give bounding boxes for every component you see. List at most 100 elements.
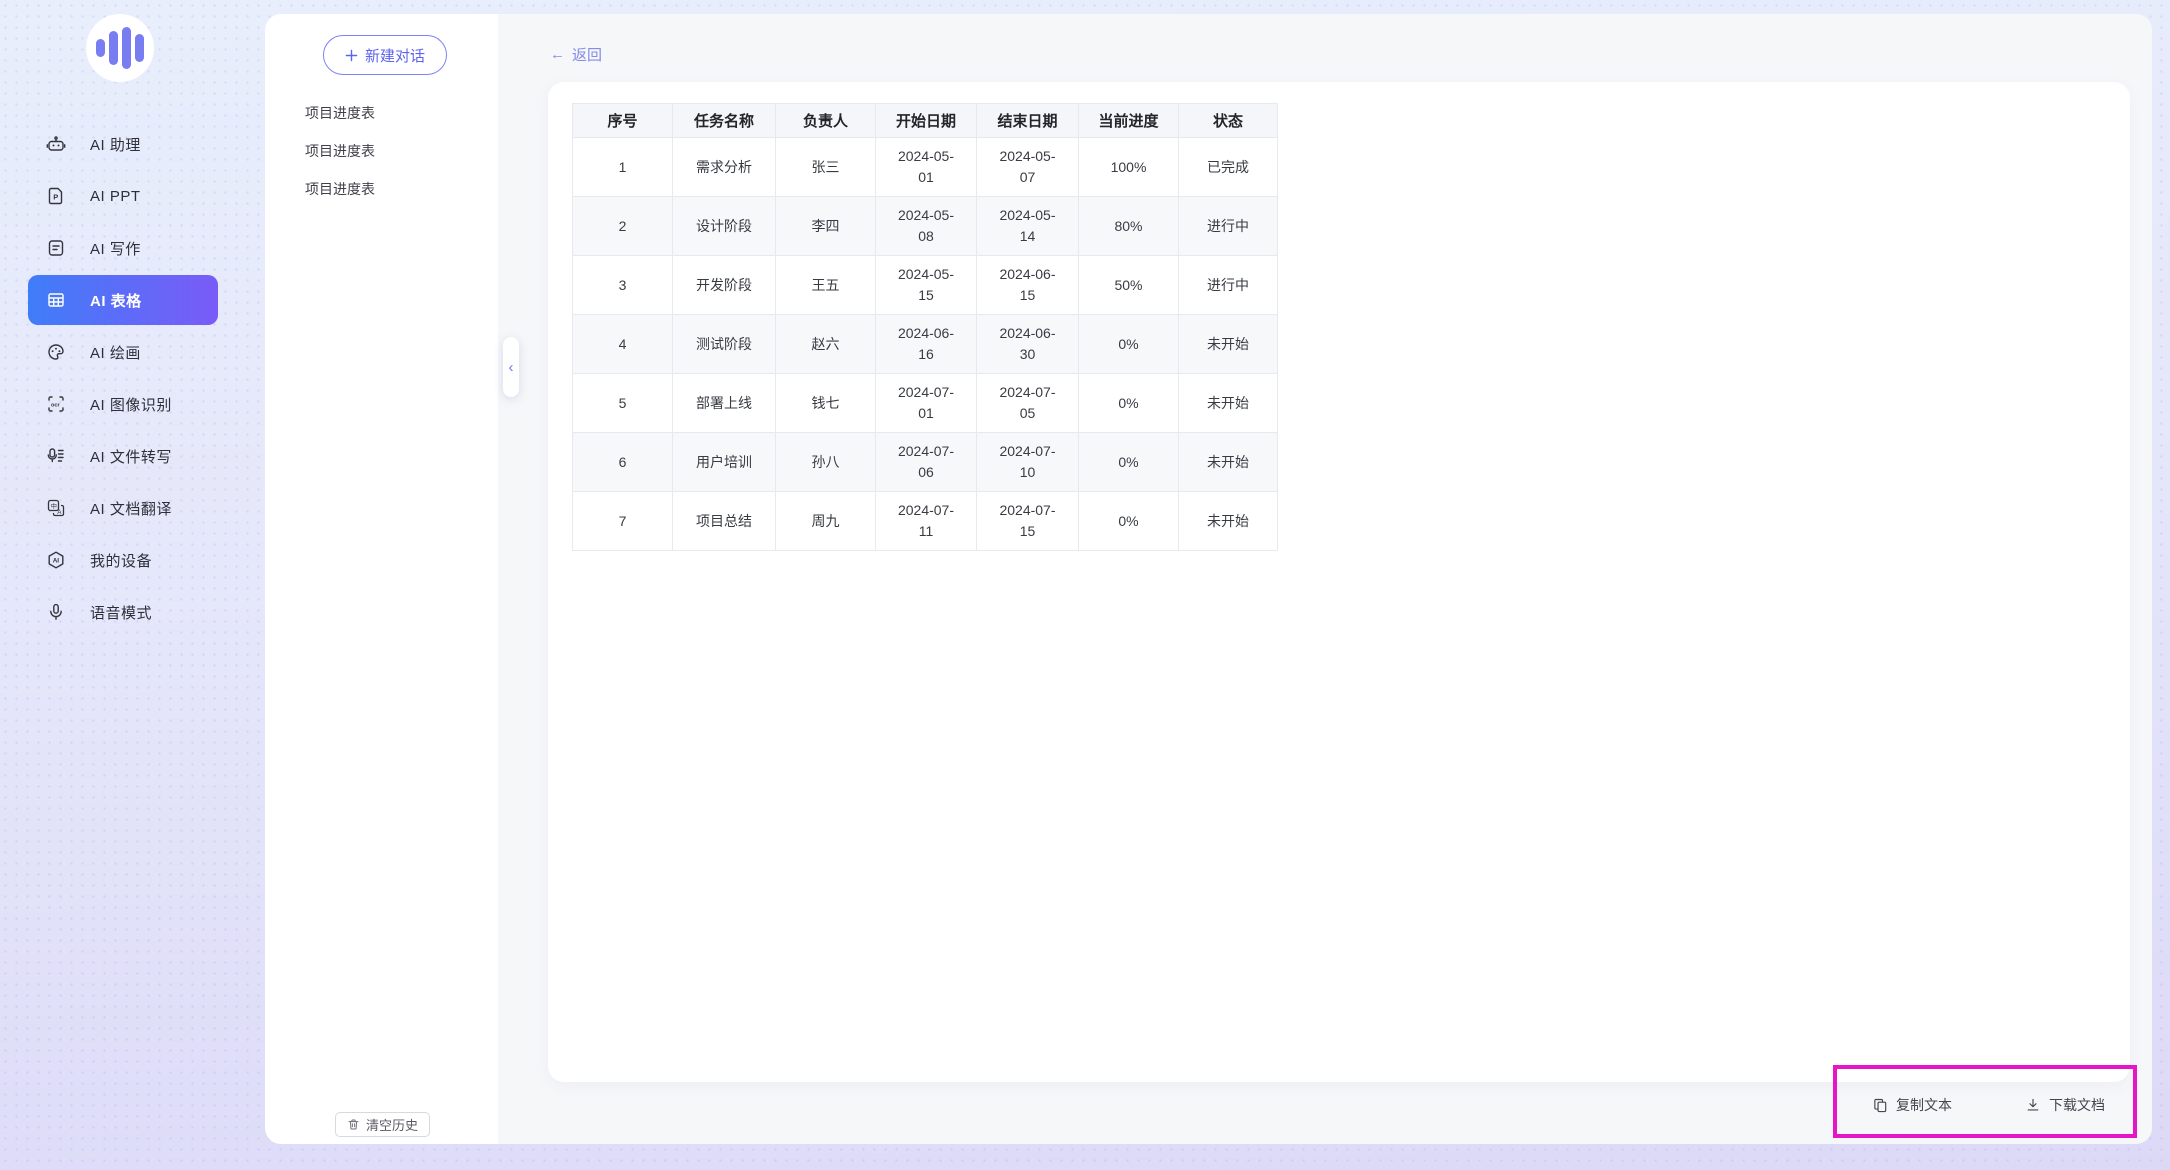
cell-progress: 50% xyxy=(1079,256,1179,315)
cell-status: 未开始 xyxy=(1179,374,1278,433)
copy-text-button[interactable]: 复制文本 xyxy=(1872,1092,1952,1118)
copy-text-label: 复制文本 xyxy=(1896,1095,1952,1115)
bottom-actions: 复制文本 下载文档 xyxy=(1872,1092,2105,1118)
main-content: ← 返回 序号 任务名称 负责人 开始日期 结束日期 当前进度 状态 1 需求分… xyxy=(498,14,2152,1144)
sidebar-item-label: AI 文档翻译 xyxy=(90,498,172,519)
new-conversation-label: 新建对话 xyxy=(365,45,425,66)
ocr-icon: ocr xyxy=(46,394,66,414)
cell-seq: 6 xyxy=(573,433,673,492)
sidebar-item-ai-file-transcription[interactable]: AI 文件转写 xyxy=(28,431,218,481)
cell-seq: 4 xyxy=(573,315,673,374)
cell-end-date: 2024-07-15 xyxy=(977,492,1079,551)
table-row: 1 需求分析 张三 2024-05-01 2024-05-07 100% 已完成 xyxy=(573,138,1278,197)
cell-end-date: 2024-06-15 xyxy=(977,256,1079,315)
sidebar-item-ai-assistant[interactable]: AI 助理 xyxy=(28,119,218,169)
cell-owner: 赵六 xyxy=(776,315,876,374)
back-label: 返回 xyxy=(572,44,602,65)
ppt-file-icon: P xyxy=(46,186,66,206)
download-document-label: 下载文档 xyxy=(2049,1095,2105,1115)
sidebar-item-label: AI 助理 xyxy=(90,134,141,155)
robot-icon xyxy=(46,134,66,154)
cell-seq: 7 xyxy=(573,492,673,551)
cell-start-date: 2024-05-08 xyxy=(876,197,977,256)
sidebar: AI 助理 P AI PPT AI 写作 xyxy=(0,0,265,1170)
sidebar-item-label: 我的设备 xyxy=(90,550,152,571)
table-row: 4 测试阶段 赵六 2024-06-16 2024-06-30 0% 未开始 xyxy=(573,315,1278,374)
cell-end-date: 2024-06-30 xyxy=(977,315,1079,374)
cell-end-date: 2024-05-07 xyxy=(977,138,1079,197)
sidebar-item-ai-ppt[interactable]: P AI PPT xyxy=(28,171,218,221)
column-header: 开始日期 xyxy=(876,104,977,138)
history-item[interactable]: 项目进度表 xyxy=(265,170,498,208)
cell-end-date: 2024-07-10 xyxy=(977,433,1079,492)
cell-task: 开发阶段 xyxy=(673,256,776,315)
cell-progress: 0% xyxy=(1079,374,1179,433)
new-conversation-button[interactable]: 新建对话 xyxy=(323,35,447,75)
column-header: 序号 xyxy=(573,104,673,138)
table-row: 5 部署上线 钱七 2024-07-01 2024-07-05 0% 未开始 xyxy=(573,374,1278,433)
cell-task: 需求分析 xyxy=(673,138,776,197)
conversation-panel: 新建对话 项目进度表 项目进度表 项目进度表 清空历史 xyxy=(265,14,498,1144)
cell-progress: 100% xyxy=(1079,138,1179,197)
cell-seq: 1 xyxy=(573,138,673,197)
sidebar-item-label: 语音模式 xyxy=(90,602,152,623)
transcribe-icon xyxy=(46,446,66,466)
table-row: 7 项目总结 周九 2024-07-11 2024-07-15 0% 未开始 xyxy=(573,492,1278,551)
project-progress-table: 序号 任务名称 负责人 开始日期 结束日期 当前进度 状态 1 需求分析 张三 … xyxy=(572,103,1278,551)
plus-icon xyxy=(345,49,358,62)
cell-owner: 李四 xyxy=(776,197,876,256)
svg-text:A: A xyxy=(57,509,62,516)
cell-task: 部署上线 xyxy=(673,374,776,433)
cell-seq: 2 xyxy=(573,197,673,256)
column-header: 状态 xyxy=(1179,104,1278,138)
palette-icon xyxy=(46,342,66,362)
translate-icon: 中 A xyxy=(46,498,66,518)
cell-status: 进行中 xyxy=(1179,256,1278,315)
panel-collapse-handle[interactable]: ‹ xyxy=(503,337,519,397)
cell-owner: 张三 xyxy=(776,138,876,197)
sidebar-item-ai-writing[interactable]: AI 写作 xyxy=(28,223,218,273)
cell-owner: 钱七 xyxy=(776,374,876,433)
history-item[interactable]: 项目进度表 xyxy=(265,132,498,170)
cell-status: 未开始 xyxy=(1179,433,1278,492)
cell-progress: 0% xyxy=(1079,492,1179,551)
table-row: 6 用户培训 孙八 2024-07-06 2024-07-10 0% 未开始 xyxy=(573,433,1278,492)
table-icon xyxy=(46,290,66,310)
sidebar-item-label: AI 表格 xyxy=(90,290,142,311)
clear-history-button[interactable]: 清空历史 xyxy=(335,1112,430,1137)
cell-progress: 0% xyxy=(1079,433,1179,492)
sidebar-item-ai-painting[interactable]: AI 绘画 xyxy=(28,327,218,377)
writing-icon xyxy=(46,238,66,258)
sidebar-item-label: AI 图像识别 xyxy=(90,394,172,415)
sidebar-item-ai-table[interactable]: AI 表格 xyxy=(28,275,218,325)
copy-icon xyxy=(1872,1097,1888,1113)
cell-task: 项目总结 xyxy=(673,492,776,551)
cell-owner: 王五 xyxy=(776,256,876,315)
clear-history-label: 清空历史 xyxy=(366,1115,418,1134)
cell-status: 已完成 xyxy=(1179,138,1278,197)
sidebar-item-voice-mode[interactable]: 语音模式 xyxy=(28,587,218,637)
microphone-icon xyxy=(46,602,66,622)
cell-progress: 0% xyxy=(1079,315,1179,374)
cell-start-date: 2024-05-15 xyxy=(876,256,977,315)
column-header: 负责人 xyxy=(776,104,876,138)
back-link[interactable]: ← 返回 xyxy=(550,44,602,65)
sidebar-item-my-devices[interactable]: AI 我的设备 xyxy=(28,535,218,585)
cell-start-date: 2024-07-01 xyxy=(876,374,977,433)
sidebar-item-label: AI 文件转写 xyxy=(90,446,172,467)
download-document-button[interactable]: 下载文档 xyxy=(2025,1092,2105,1118)
cell-status: 未开始 xyxy=(1179,492,1278,551)
history-item[interactable]: 项目进度表 xyxy=(265,94,498,132)
sidebar-item-ai-image-recognition[interactable]: ocr AI 图像识别 xyxy=(28,379,218,429)
sidebar-item-ai-document-translation[interactable]: 中 A AI 文档翻译 xyxy=(28,483,218,533)
cell-end-date: 2024-07-05 xyxy=(977,374,1079,433)
cell-progress: 80% xyxy=(1079,197,1179,256)
sidebar-item-label: AI 写作 xyxy=(90,238,141,259)
cell-start-date: 2024-06-16 xyxy=(876,315,977,374)
cell-seq: 3 xyxy=(573,256,673,315)
trash-icon xyxy=(347,1118,360,1131)
cell-end-date: 2024-05-14 xyxy=(977,197,1079,256)
cell-seq: 5 xyxy=(573,374,673,433)
result-card: 序号 任务名称 负责人 开始日期 结束日期 当前进度 状态 1 需求分析 张三 … xyxy=(548,82,2130,1082)
arrow-left-icon: ← xyxy=(550,46,565,63)
